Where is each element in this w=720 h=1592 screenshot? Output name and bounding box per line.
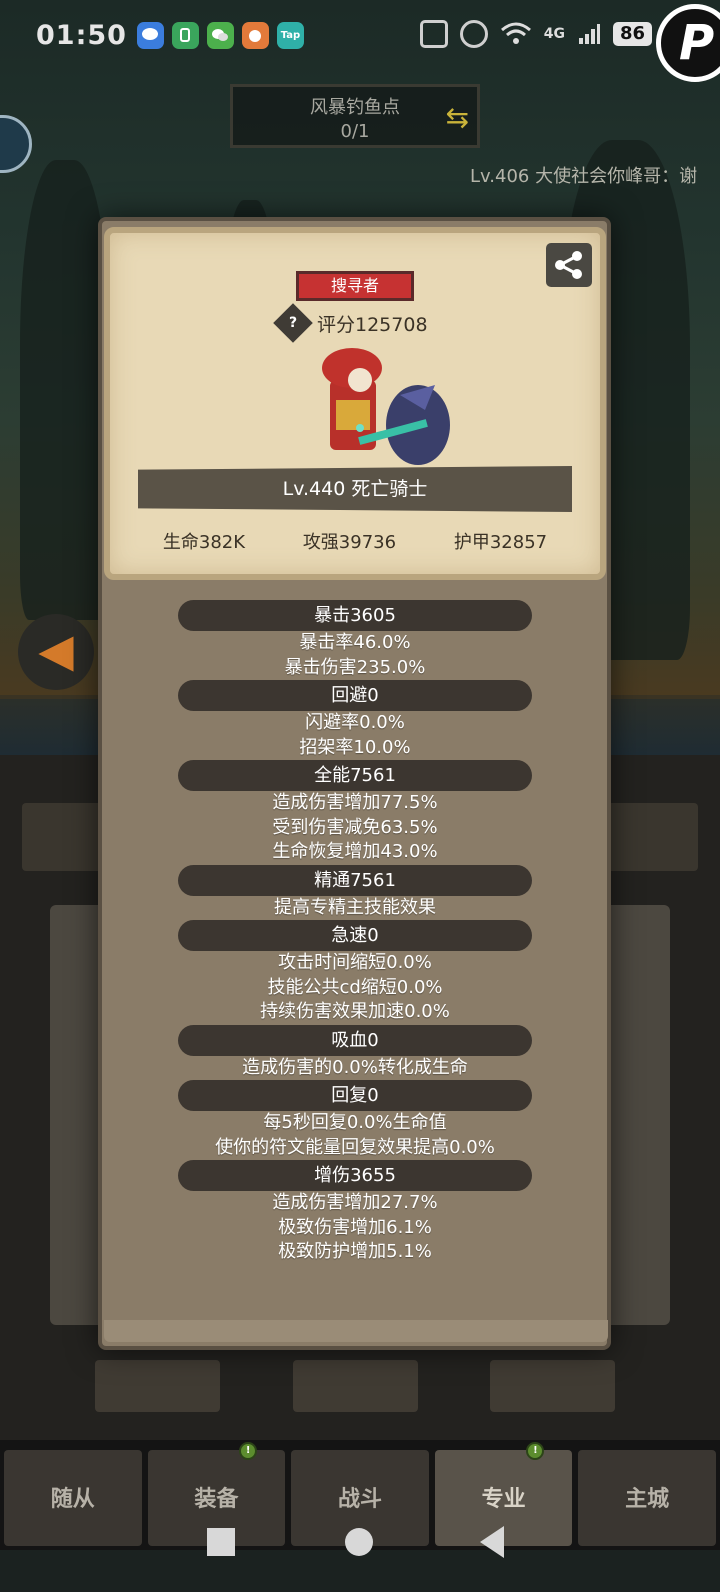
hero-score: 评分125708	[317, 313, 428, 336]
share-button[interactable]	[546, 243, 592, 287]
attribute-line: 暴击率46.0%	[299, 632, 411, 653]
attribute-line: 暴击伤害235.0%	[284, 656, 426, 678]
fishing-spot-count: 0/1	[340, 121, 370, 142]
background-tab	[293, 1360, 418, 1412]
nav-equipment[interactable]: ! 装备	[147, 1442, 286, 1546]
status-bar: 01:50 Tap 4G 86 P	[0, 0, 720, 82]
nfc-icon	[419, 20, 448, 48]
attribute-line: 攻击时间缩短0.0%	[278, 952, 432, 973]
attribute-line: 造成伤害增加77.5%	[272, 792, 438, 813]
back-arrow-icon[interactable]: ◀	[18, 614, 94, 690]
attribute-header: 全能7561	[178, 760, 532, 791]
attribute-group: 暴击3605 暴击率46.0% 暴击伤害235.0%	[104, 600, 606, 680]
stat-hp: 生命382K	[162, 532, 246, 553]
stat-armor: 护甲32857	[453, 532, 548, 553]
fishing-spot-panel[interactable]: 风暴钓鱼点 0/1 ⇆	[230, 84, 480, 148]
attribute-line: 造成伤害的0.0%转化成生命	[242, 1056, 468, 1078]
attribute-group: 急速0 攻击时间缩短0.0% 技能公共cd缩短0.0% 持续伤害效果加速0.0%	[104, 920, 606, 1025]
fishing-spot-name: 风暴钓鱼点	[310, 97, 400, 118]
attribute-header: 增伤3655	[178, 1160, 532, 1191]
nav-profession[interactable]: ! 专业	[434, 1442, 573, 1546]
attribute-line: 招架率10.0%	[299, 736, 411, 758]
nav-followers[interactable]: 随从	[4, 1450, 142, 1546]
share-icon	[555, 251, 582, 279]
nav-label: 专业	[481, 1487, 526, 1512]
stat-attack: 攻强39736	[302, 532, 397, 553]
background-tab	[95, 1360, 220, 1412]
attribute-line: 造成伤害增加27.7%	[272, 1192, 438, 1213]
nav-main-city[interactable]: 主城	[578, 1450, 716, 1546]
background-tab	[490, 1360, 615, 1412]
notification-icons: Tap	[136, 21, 304, 49]
status-time: 01:50	[36, 19, 127, 51]
attribute-group: 增伤3655 造成伤害增加27.7% 极致伤害增加6.1% 极致防护增加5.1%	[104, 1160, 606, 1265]
help-icon[interactable]: ?	[273, 303, 313, 343]
nav-label: 主城	[625, 1487, 670, 1512]
attribute-group: 全能7561 造成伤害增加77.5% 受到伤害减免63.5% 生命恢复增加43.…	[104, 760, 606, 865]
attribute-line: 生命恢复增加43.0%	[272, 841, 438, 862]
modal-bottom-edge	[104, 1320, 608, 1342]
attribute-header: 回避0	[178, 680, 532, 711]
scroll-message: Lv.406 大使社会你峰哥：谢	[470, 166, 698, 187]
attribute-line: 使你的符文能量回复效果提高0.0%	[215, 1136, 495, 1158]
nav-label: 战斗	[337, 1487, 382, 1512]
nav-label: 装备	[194, 1487, 239, 1512]
alarm-icon	[459, 20, 488, 48]
battery-level: 86	[612, 22, 652, 46]
attribute-group: 回避0 闪避率0.0% 招架率10.0%	[104, 680, 606, 760]
hero-stats-row: 生命382K 攻强39736 护甲32857	[104, 528, 606, 554]
message-icon	[136, 21, 164, 49]
signal-icon	[578, 24, 600, 44]
network-label: 4G	[543, 26, 565, 42]
hero-sprite	[322, 348, 450, 465]
attribute-group: 吸血0 造成伤害的0.0%转化成生命	[104, 1024, 606, 1081]
attribute-group: 精通7561 提高专精主技能效果	[104, 864, 606, 921]
attribute-header: 回复0	[178, 1080, 532, 1111]
attribute-line: 提高专精主技能效果	[274, 896, 436, 918]
attribute-list: 暴击3605 暴击率46.0% 暴击伤害235.0% 回避0 闪避率0.0% 招…	[104, 600, 606, 1265]
refresh-icon[interactable]: ⇆	[446, 101, 469, 134]
wechat-icon	[206, 21, 234, 49]
attribute-line: 受到伤害减免63.5%	[272, 816, 438, 838]
attribute-line: 技能公共cd缩短0.0%	[267, 976, 443, 998]
tap-icon: Tap	[276, 21, 304, 49]
bottom-nav: 随从 ! 装备 战斗 ! 专业 主城	[0, 1440, 720, 1550]
attribute-line: 极致防护增加5.1%	[278, 1241, 432, 1262]
attribute-header: 暴击3605	[178, 600, 532, 631]
tap-label: Tap	[280, 29, 301, 41]
attribute-line: 闪避率0.0%	[305, 712, 405, 733]
nav-label: 随从	[50, 1487, 95, 1512]
hero-level-name: Lv.440 死亡骑士	[138, 466, 572, 512]
notification-badge: !	[526, 1442, 545, 1460]
attribute-header: 精通7561	[178, 864, 532, 896]
attribute-line: 持续伤害效果加速0.0%	[260, 1001, 450, 1022]
role-badge: 搜寻者	[296, 271, 414, 301]
nav-battle[interactable]: 战斗	[291, 1450, 429, 1546]
attribute-header: 急速0	[178, 920, 532, 951]
attribute-line: 每5秒回复0.0%生命值	[263, 1112, 447, 1133]
wifi-icon	[500, 22, 531, 44]
system-icons: 4G 86	[419, 20, 652, 48]
game-icon	[241, 21, 269, 49]
attribute-group: 回复0 每5秒回复0.0%生命值 使你的符文能量回复效果提高0.0%	[104, 1080, 606, 1160]
attribute-header: 吸血0	[178, 1024, 532, 1056]
attribute-line: 极致伤害增加6.1%	[278, 1216, 432, 1238]
score-row: ? 评分125708	[273, 303, 428, 343]
tiktok-icon	[171, 21, 199, 49]
notification-badge: !	[239, 1442, 258, 1460]
tree-decoration	[20, 160, 110, 620]
